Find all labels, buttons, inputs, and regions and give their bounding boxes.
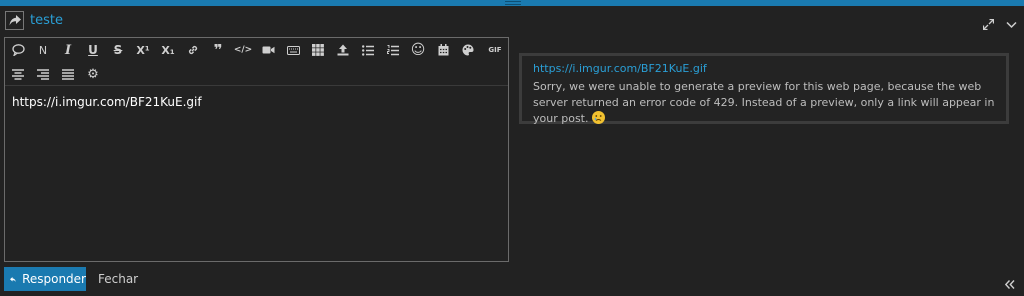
page-title[interactable]: teste [30, 13, 63, 28]
resize-handle[interactable] [505, 1, 521, 5]
code-icon[interactable]: </> [233, 40, 253, 60]
reply-arrow-icon[interactable] [5, 11, 24, 30]
chevron-down-icon[interactable] [1006, 15, 1018, 29]
format-normal-icon[interactable]: N [33, 40, 53, 60]
italic-icon[interactable]: I [58, 40, 78, 60]
keyboard-icon[interactable] [283, 40, 303, 60]
preview-message: Sorry, we were unable to generate a prev… [533, 79, 995, 127]
upload-icon[interactable] [333, 40, 353, 60]
reply-icon [10, 276, 16, 282]
reply-button[interactable]: Responder [4, 267, 86, 291]
superscript-icon[interactable]: X¹ [133, 40, 153, 60]
calendar-icon[interactable] [433, 40, 453, 60]
link-icon[interactable] [183, 40, 203, 60]
subscript-icon[interactable]: X₁ [158, 40, 178, 60]
link-preview-box: https://i.imgur.com/BF21KuE.gif Sorry, w… [519, 53, 1009, 127]
align-center-icon[interactable] [8, 64, 28, 84]
emoji-icon[interactable]: ☺ [408, 40, 428, 60]
expand-icon[interactable] [982, 15, 995, 31]
settings-gear-icon[interactable]: ⚙ [83, 64, 103, 84]
video-icon[interactable] [258, 40, 278, 60]
speech-bubble-icon[interactable] [8, 40, 28, 60]
quote-icon[interactable]: ❞ [208, 40, 228, 60]
justify-icon[interactable] [58, 64, 78, 84]
editor-textarea[interactable]: https://i.imgur.com/BF21KuE.gif [12, 95, 202, 109]
bulleted-list-icon[interactable] [358, 40, 378, 60]
align-right-icon[interactable] [33, 64, 53, 84]
strikethrough-icon[interactable]: S [108, 40, 128, 60]
reply-header: teste [0, 6, 1024, 36]
numbered-list-icon[interactable] [383, 40, 403, 60]
gif-icon[interactable]: GIF [485, 40, 505, 60]
table-icon[interactable] [308, 40, 328, 60]
close-button[interactable]: Fechar [98, 272, 138, 286]
underline-icon[interactable]: U [83, 40, 103, 60]
preview-link[interactable]: https://i.imgur.com/BF21KuE.gif [533, 61, 995, 77]
editor-panel: N I U S X¹ X₁ ❞ </> ☺ GIF ⚙ https://i.im… [4, 37, 509, 262]
crying-emoji-icon [591, 111, 605, 124]
collapse-left-icon[interactable] [1004, 274, 1015, 293]
palette-icon[interactable] [458, 40, 478, 60]
reply-button-label: Responder [22, 272, 86, 286]
editor-toolbar: N I U S X¹ X₁ ❞ </> ☺ GIF ⚙ [5, 38, 508, 86]
